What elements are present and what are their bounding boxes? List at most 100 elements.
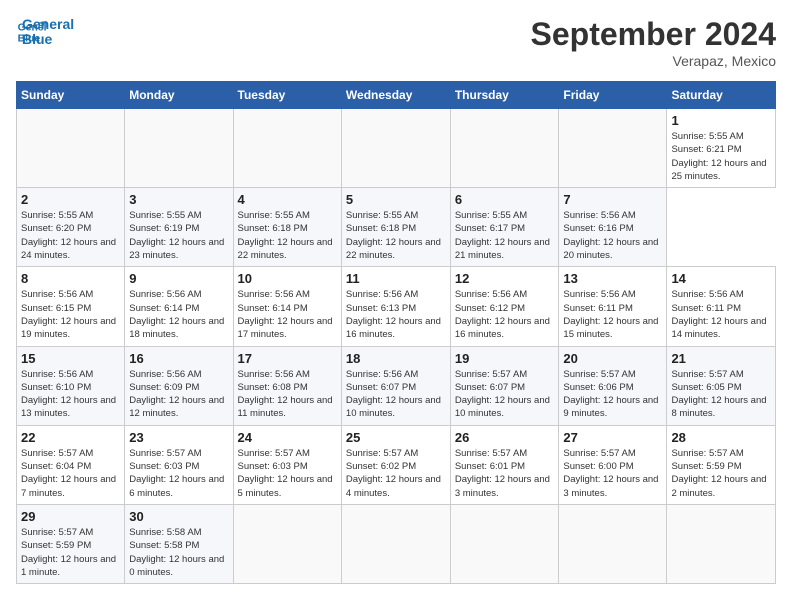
location: Verapaz, Mexico xyxy=(531,53,776,69)
calendar-cell: 3 Sunrise: 5:55 AMSunset: 6:19 PMDaylight… xyxy=(125,188,233,267)
calendar-cell: 21 Sunrise: 5:57 AMSunset: 6:05 PMDayligh… xyxy=(667,346,776,425)
day-info: Sunrise: 5:57 AMSunset: 5:59 PMDaylight:… xyxy=(671,447,771,500)
day-number: 1 xyxy=(671,113,771,128)
day-number: 11 xyxy=(346,271,446,286)
calendar-cell: 1 Sunrise: 5:55 AMSunset: 6:21 PMDaylight… xyxy=(667,109,776,188)
calendar-cell: 29 Sunrise: 5:57 AMSunset: 5:59 PMDayligh… xyxy=(17,504,125,583)
calendar-cell: 12 Sunrise: 5:56 AMSunset: 6:12 PMDayligh… xyxy=(450,267,559,346)
calendar-cell: 22 Sunrise: 5:57 AMSunset: 6:04 PMDayligh… xyxy=(17,425,125,504)
logo: General Blue General Blue xyxy=(16,16,74,48)
calendar-cell: 15Sunrise: 5:56 AMSunset: 6:10 PMDayligh… xyxy=(17,346,125,425)
logo-line2: Blue xyxy=(22,32,74,47)
day-number: 29 xyxy=(21,509,120,524)
day-info: Sunrise: 5:57 AMSunset: 6:02 PMDaylight:… xyxy=(346,447,446,500)
day-info: Sunrise: 5:57 AMSunset: 6:05 PMDaylight:… xyxy=(671,368,771,421)
day-number: 19 xyxy=(455,351,555,366)
day-info: Sunrise: 5:56 AMSunset: 6:07 PMDaylight:… xyxy=(346,368,446,421)
day-number: 28 xyxy=(671,430,771,445)
week-row-6: 29 Sunrise: 5:57 AMSunset: 5:59 PMDayligh… xyxy=(17,504,776,583)
day-info: Sunrise: 5:56 AMSunset: 6:14 PMDaylight:… xyxy=(238,288,337,341)
day-number: 17 xyxy=(238,351,337,366)
calendar-cell: 16 Sunrise: 5:56 AMSunset: 6:09 PMDayligh… xyxy=(125,346,233,425)
calendar-cell: 18 Sunrise: 5:56 AMSunset: 6:07 PMDayligh… xyxy=(341,346,450,425)
day-of-week-header-row: SundayMondayTuesdayWednesdayThursdayFrid… xyxy=(17,82,776,109)
calendar-cell: 28 Sunrise: 5:57 AMSunset: 5:59 PMDayligh… xyxy=(667,425,776,504)
calendar-cell: 26 Sunrise: 5:57 AMSunset: 6:01 PMDayligh… xyxy=(450,425,559,504)
dow-friday: Friday xyxy=(559,82,667,109)
calendar-cell xyxy=(667,504,776,583)
week-row-4: 15Sunrise: 5:56 AMSunset: 6:10 PMDayligh… xyxy=(17,346,776,425)
week-row-2: 2 Sunrise: 5:55 AMSunset: 6:20 PMDaylight… xyxy=(17,188,776,267)
day-info: Sunrise: 5:56 AMSunset: 6:08 PMDaylight:… xyxy=(238,368,337,421)
calendar-cell: 7 Sunrise: 5:56 AMSunset: 6:16 PMDaylight… xyxy=(559,188,667,267)
calendar-body: 1 Sunrise: 5:55 AMSunset: 6:21 PMDaylight… xyxy=(17,109,776,584)
calendar-cell xyxy=(341,109,450,188)
dow-thursday: Thursday xyxy=(450,82,559,109)
day-info: Sunrise: 5:55 AMSunset: 6:17 PMDaylight:… xyxy=(455,209,555,262)
day-info: Sunrise: 5:57 AMSunset: 5:59 PMDaylight:… xyxy=(21,526,120,579)
day-info: Sunrise: 5:57 AMSunset: 6:03 PMDaylight:… xyxy=(238,447,337,500)
logo-line1: General xyxy=(22,17,74,32)
day-info: Sunrise: 5:56 AMSunset: 6:16 PMDaylight:… xyxy=(563,209,662,262)
calendar-cell: 25 Sunrise: 5:57 AMSunset: 6:02 PMDayligh… xyxy=(341,425,450,504)
dow-sunday: Sunday xyxy=(17,82,125,109)
calendar-cell: 19 Sunrise: 5:57 AMSunset: 6:07 PMDayligh… xyxy=(450,346,559,425)
week-row-5: 22 Sunrise: 5:57 AMSunset: 6:04 PMDayligh… xyxy=(17,425,776,504)
day-number: 18 xyxy=(346,351,446,366)
calendar-cell: 17 Sunrise: 5:56 AMSunset: 6:08 PMDayligh… xyxy=(233,346,341,425)
day-number: 21 xyxy=(671,351,771,366)
calendar-cell xyxy=(125,109,233,188)
day-number: 27 xyxy=(563,430,662,445)
day-number: 22 xyxy=(21,430,120,445)
day-number: 12 xyxy=(455,271,555,286)
calendar-table: SundayMondayTuesdayWednesdayThursdayFrid… xyxy=(16,81,776,584)
day-number: 2 xyxy=(21,192,120,207)
day-number: 6 xyxy=(455,192,555,207)
day-number: 25 xyxy=(346,430,446,445)
day-info: Sunrise: 5:57 AMSunset: 6:06 PMDaylight:… xyxy=(563,368,662,421)
dow-tuesday: Tuesday xyxy=(233,82,341,109)
day-number: 5 xyxy=(346,192,446,207)
day-info: Sunrise: 5:57 AMSunset: 6:01 PMDaylight:… xyxy=(455,447,555,500)
day-info: Sunrise: 5:56 AMSunset: 6:09 PMDaylight:… xyxy=(129,368,228,421)
day-number: 30 xyxy=(129,509,228,524)
day-info: Sunrise: 5:55 AMSunset: 6:18 PMDaylight:… xyxy=(346,209,446,262)
day-number: 23 xyxy=(129,430,228,445)
day-info: Sunrise: 5:56 AMSunset: 6:11 PMDaylight:… xyxy=(563,288,662,341)
calendar-cell: 14Sunrise: 5:56 AMSunset: 6:11 PMDayligh… xyxy=(667,267,776,346)
calendar-cell: 24 Sunrise: 5:57 AMSunset: 6:03 PMDayligh… xyxy=(233,425,341,504)
day-info: Sunrise: 5:55 AMSunset: 6:20 PMDaylight:… xyxy=(21,209,120,262)
day-number: 24 xyxy=(238,430,337,445)
day-number: 3 xyxy=(129,192,228,207)
calendar-cell: 30Sunrise: 5:58 AMSunset: 5:58 PMDayligh… xyxy=(125,504,233,583)
calendar-cell xyxy=(559,504,667,583)
day-number: 20 xyxy=(563,351,662,366)
day-info: Sunrise: 5:56 AMSunset: 6:13 PMDaylight:… xyxy=(346,288,446,341)
calendar-cell: 10Sunrise: 5:56 AMSunset: 6:14 PMDayligh… xyxy=(233,267,341,346)
day-info: Sunrise: 5:57 AMSunset: 6:04 PMDaylight:… xyxy=(21,447,120,500)
day-number: 16 xyxy=(129,351,228,366)
week-row-1: 1 Sunrise: 5:55 AMSunset: 6:21 PMDaylight… xyxy=(17,109,776,188)
day-number: 4 xyxy=(238,192,337,207)
week-row-3: 8Sunrise: 5:56 AMSunset: 6:15 PMDaylight… xyxy=(17,267,776,346)
calendar-cell: 6 Sunrise: 5:55 AMSunset: 6:17 PMDaylight… xyxy=(450,188,559,267)
day-number: 26 xyxy=(455,430,555,445)
day-number: 7 xyxy=(563,192,662,207)
calendar-cell xyxy=(233,109,341,188)
day-number: 13 xyxy=(563,271,662,286)
calendar-cell xyxy=(450,109,559,188)
day-info: Sunrise: 5:55 AMSunset: 6:19 PMDaylight:… xyxy=(129,209,228,262)
day-info: Sunrise: 5:56 AMSunset: 6:12 PMDaylight:… xyxy=(455,288,555,341)
calendar-cell xyxy=(17,109,125,188)
calendar-cell: 8Sunrise: 5:56 AMSunset: 6:15 PMDaylight… xyxy=(17,267,125,346)
day-info: Sunrise: 5:56 AMSunset: 6:15 PMDaylight:… xyxy=(21,288,120,341)
day-info: Sunrise: 5:57 AMSunset: 6:07 PMDaylight:… xyxy=(455,368,555,421)
day-number: 9 xyxy=(129,271,228,286)
calendar-cell: 13 Sunrise: 5:56 AMSunset: 6:11 PMDayligh… xyxy=(559,267,667,346)
title-block: September 2024 Verapaz, Mexico xyxy=(531,16,776,69)
day-info: Sunrise: 5:57 AMSunset: 6:03 PMDaylight:… xyxy=(129,447,228,500)
day-number: 14 xyxy=(671,271,771,286)
day-info: Sunrise: 5:55 AMSunset: 6:21 PMDaylight:… xyxy=(671,130,771,183)
day-number: 15 xyxy=(21,351,120,366)
month-title: September 2024 xyxy=(531,16,776,53)
